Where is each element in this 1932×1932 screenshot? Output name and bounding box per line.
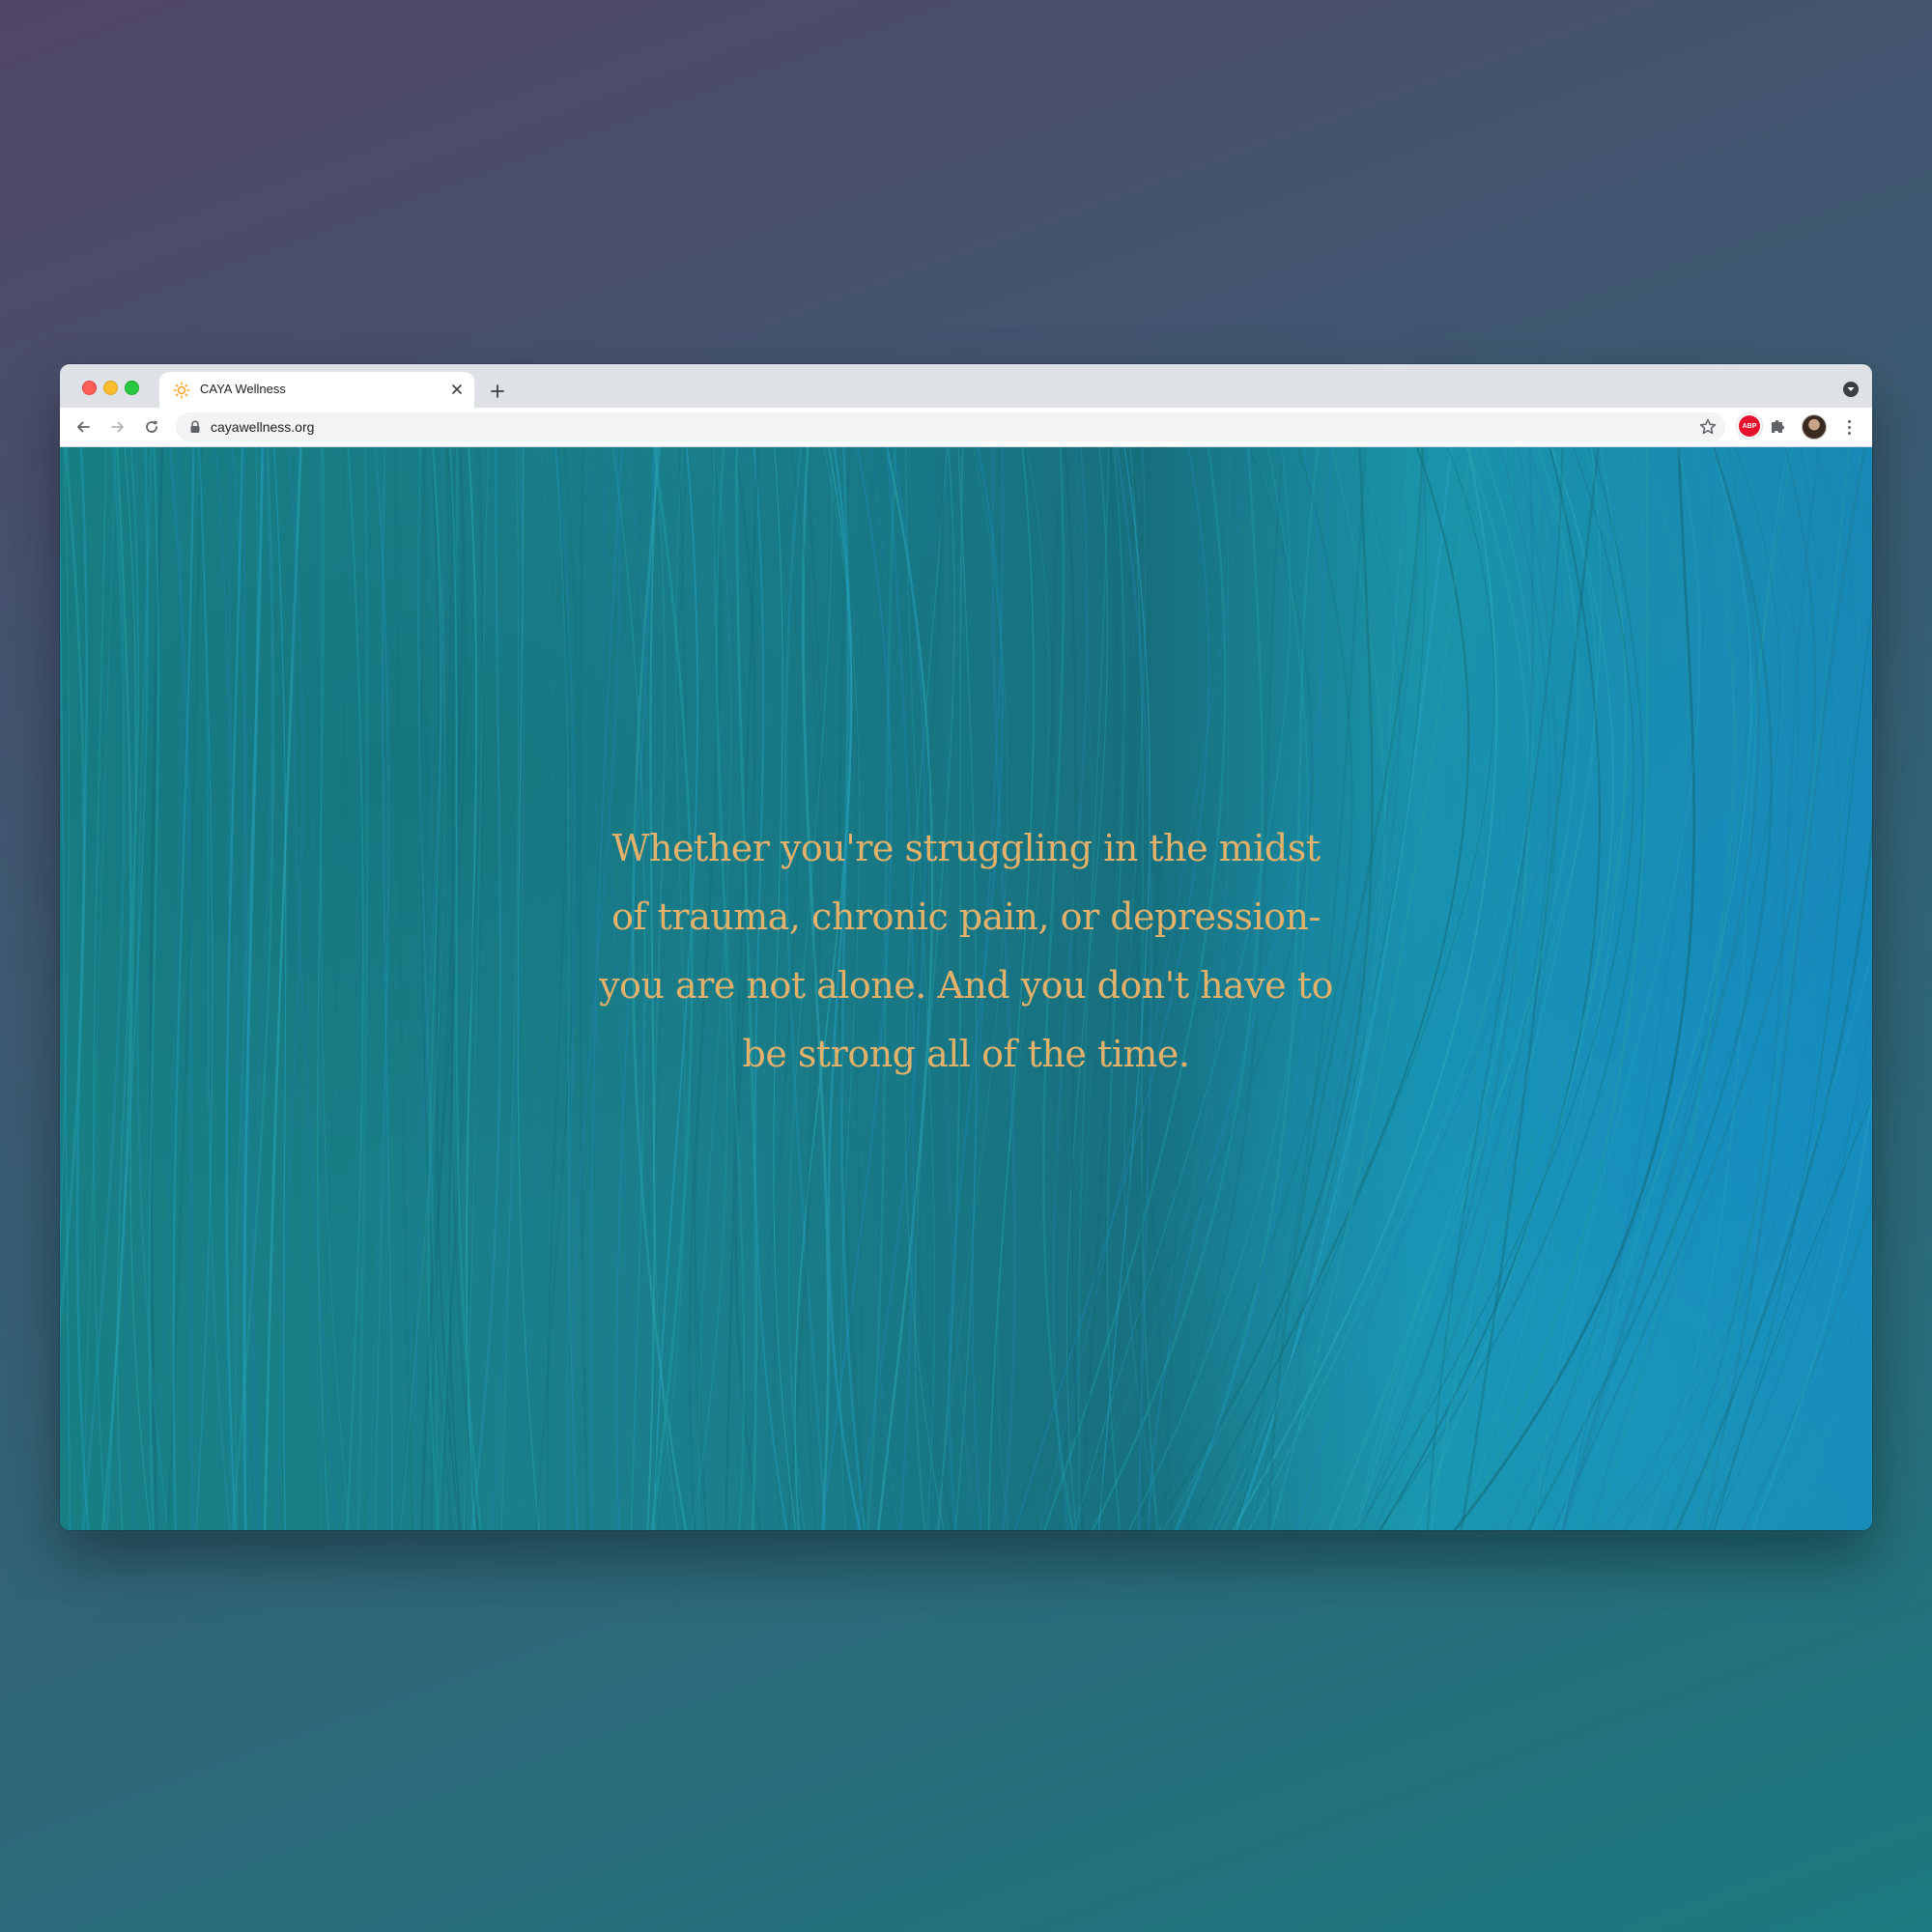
reload-icon — [146, 420, 157, 433]
minimize-window-button[interactable] — [103, 381, 118, 395]
extensions-puzzle-icon[interactable] — [1768, 416, 1787, 436]
forward-button[interactable] — [106, 415, 129, 439]
sun-icon — [173, 382, 190, 399]
hero-section: Whether you're struggling in the midst o… — [60, 447, 1872, 1530]
menu-dot-icon — [1847, 425, 1851, 429]
plus-icon — [491, 384, 504, 398]
arrow-right-icon — [111, 421, 124, 433]
new-tab-button[interactable] — [484, 378, 511, 405]
tab-search-button[interactable] — [1843, 382, 1859, 397]
reload-button[interactable] — [140, 415, 163, 439]
adblock-extension-icon[interactable]: ABP — [1739, 415, 1760, 437]
tab-strip: CAYA Wellness — [60, 364, 1872, 408]
maximize-window-button[interactable] — [125, 381, 139, 395]
browser-toolbar: cayawellness.org ABP — [60, 408, 1872, 447]
arrow-left-icon — [77, 421, 90, 433]
browser-menu-button[interactable] — [1839, 415, 1859, 439]
profile-avatar[interactable] — [1802, 414, 1827, 440]
close-tab-button[interactable] — [447, 380, 467, 399]
menu-dot-icon — [1847, 431, 1851, 435]
lock-icon — [190, 420, 200, 433]
address-bar[interactable]: cayawellness.org — [176, 412, 1725, 441]
menu-dot-icon — [1847, 419, 1851, 423]
close-icon — [452, 384, 462, 394]
back-button[interactable] — [71, 415, 95, 439]
hero-quote: Whether you're struggling in the midst o… — [599, 827, 1333, 1075]
close-window-button[interactable] — [82, 381, 97, 395]
bookmark-star-icon[interactable] — [1698, 417, 1718, 437]
tab-caya-wellness[interactable]: CAYA Wellness — [159, 372, 474, 408]
browser-window: CAYA Wellness cayawellness.org ABP Wheth… — [60, 364, 1872, 1530]
url-text: cayawellness.org — [211, 419, 315, 435]
tab-title: CAYA Wellness — [200, 382, 286, 396]
chevron-down-icon — [1847, 387, 1855, 391]
